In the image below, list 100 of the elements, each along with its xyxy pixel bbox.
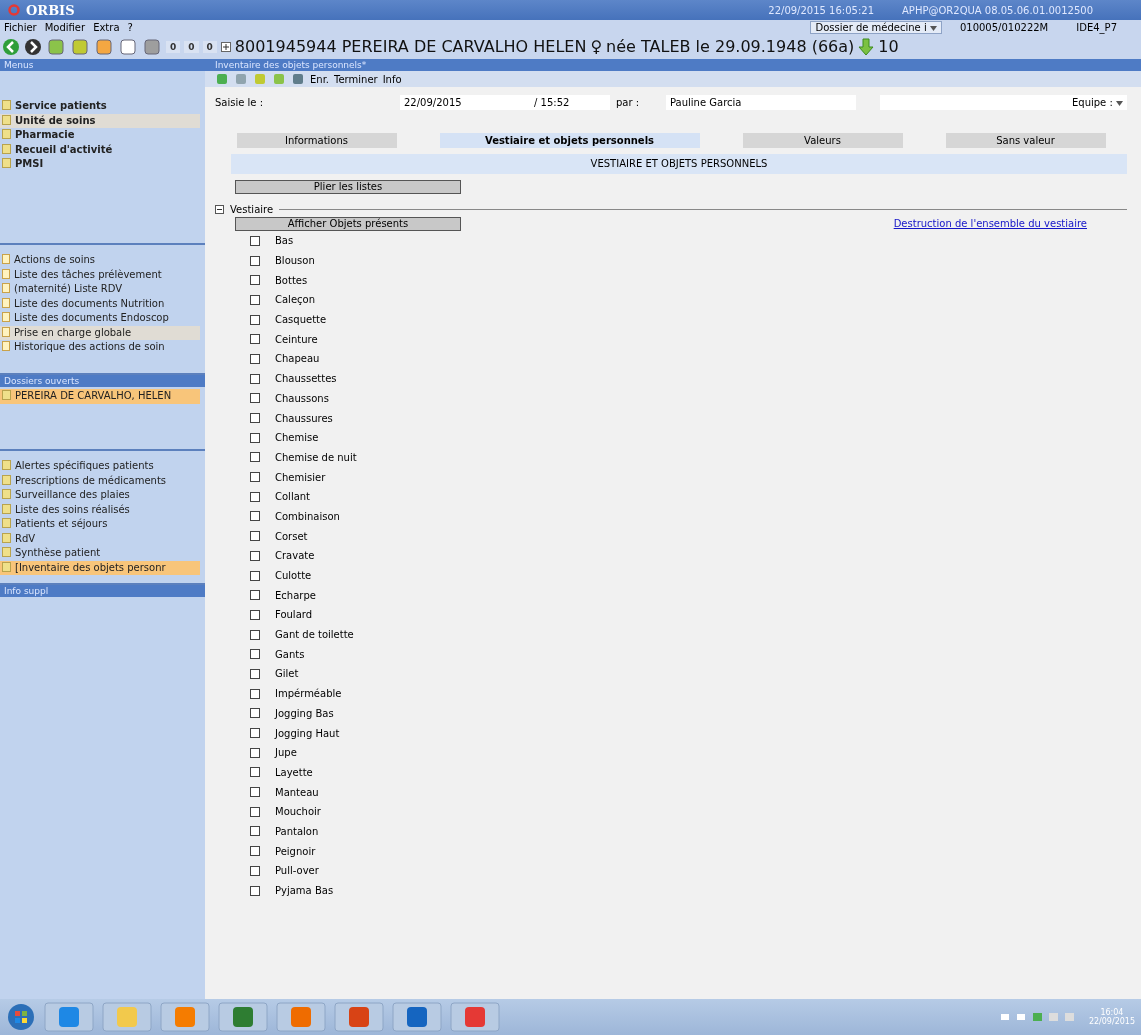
checkbox[interactable] [250,235,260,246]
checkbox[interactable] [250,668,260,679]
sidebar-header: Info suppl [0,585,205,597]
tool-button[interactable]: Terminer [334,73,378,85]
item-label: Jupe [275,747,297,759]
date-field[interactable]: 22/09/2015 [400,94,530,110]
tab[interactable]: Valeurs [742,133,903,148]
counter-badge[interactable]: 0 [184,40,199,53]
checkbox[interactable] [250,255,260,266]
checkbox[interactable] [250,373,260,384]
checkbox[interactable] [250,472,260,483]
checkbox[interactable] [250,826,260,837]
sidebar-item[interactable]: (maternité) Liste RDV [0,282,200,297]
sidebar-item[interactable]: Liste des documents Endoscop [0,311,200,326]
context-dropdown[interactable]: Dossier de médecine i [810,20,942,34]
checkbox[interactable] [250,846,260,857]
item-label: Chemise [275,432,319,444]
start-icon[interactable] [6,1002,36,1032]
checkbox[interactable] [250,570,260,581]
checkbox[interactable] [250,294,260,305]
forward-icon[interactable] [24,37,42,56]
counter-badge[interactable]: 0 [202,40,217,53]
item-label: Jogging Bas [275,707,334,719]
menu-item[interactable]: ? [127,21,133,33]
tool-button[interactable]: Enr. [310,73,330,85]
item-label: Manteau [275,786,319,798]
checkbox[interactable] [250,806,260,817]
panel-title: Inventaire des objets personnels* [205,59,1141,71]
menu-item[interactable]: Modifier [44,21,86,33]
checkbox[interactable] [250,432,260,443]
sidebar-item[interactable]: Actions de soins [0,253,200,268]
sidebar-item[interactable]: Prescriptions de médicaments [0,473,200,488]
destroy-link[interactable]: Destruction de l'ensemble du vestiaire [893,217,1087,229]
patient-id: 8001945944 PEREIRA DE CARVALHO HELEN [234,37,587,56]
checkbox[interactable] [250,353,260,364]
sidebar-item[interactable]: Liste des tâches prélèvement [0,267,200,282]
item-label: Collant [275,491,311,503]
sidebar-item[interactable]: RdV [0,531,200,546]
checkbox[interactable] [250,314,260,325]
item-label: Chemise de nuit [275,451,357,463]
checkbox[interactable] [250,452,260,463]
collapse-icon[interactable] [215,205,224,214]
sidebar-item[interactable]: Surveillance des plaies [0,488,200,503]
checkbox[interactable] [250,767,260,778]
checkbox[interactable] [250,629,260,640]
checkbox[interactable] [250,275,260,286]
menu-item[interactable]: Extra [93,21,120,33]
checkbox[interactable] [250,413,260,424]
checkbox[interactable] [250,688,260,699]
checkbox[interactable] [250,531,260,542]
checkbox[interactable] [250,787,260,798]
sidebar-header: Dossiers ouverts [0,375,205,387]
item-label: Peignoir [275,845,316,857]
item-label: Impérméable [275,688,342,700]
expand-icon[interactable] [220,41,231,52]
menu-item[interactable]: Fichier [4,21,37,33]
sidebar-item[interactable]: [Inventaire des objets personr [0,560,200,575]
checkbox[interactable] [250,609,260,620]
sidebar-item[interactable]: Liste des documents Nutrition [0,296,200,311]
sidebar-item[interactable]: Patients et séjours [0,517,200,532]
checkbox[interactable] [250,491,260,502]
item-label: Gants [275,648,305,660]
tool-button[interactable]: Info [382,73,402,85]
collapse-button[interactable]: Plier les listes [235,180,461,194]
sidebar-menu-item[interactable]: Service patients [0,99,200,114]
team-dropdown[interactable]: Equipe : [880,94,1127,110]
checkbox[interactable] [250,590,260,601]
time-field[interactable]: / 15:52 [530,94,610,110]
checkbox[interactable] [250,649,260,660]
checkbox[interactable] [250,393,260,404]
item-label: Chemisier [275,471,326,483]
checkbox[interactable] [250,747,260,758]
tab[interactable]: Vestiaire et objets personnels [439,133,700,148]
sidebar-menu-item[interactable]: Recueil d'activité [0,142,200,157]
checkbox[interactable] [250,334,260,345]
sidebar-menu-item[interactable]: Unité de soins [0,113,200,128]
item-label: Casquette [275,314,327,326]
checkbox[interactable] [250,865,260,876]
checkbox[interactable] [250,885,260,896]
show-items-button[interactable]: Afficher Objets présents [235,217,461,231]
sidebar-item[interactable]: Alertes spécifiques patients [0,459,200,474]
section-title: VESTIAIRE ET OBJETS PERSONNELS [231,154,1127,174]
author-field[interactable]: Pauline Garcia [666,94,856,110]
tab[interactable]: Informations [236,133,397,148]
checkbox[interactable] [250,550,260,561]
caret-icon[interactable] [1116,100,1123,106]
counter-badge[interactable]: 0 [166,40,181,53]
sidebar-item[interactable]: Historique des actions de soin [0,340,200,355]
sidebar-item[interactable]: Synthèse patient [0,546,200,561]
sidebar-menu-item[interactable]: PMSI [0,157,200,172]
item-label: Foulard [275,609,313,621]
caret-icon[interactable] [929,25,937,31]
sidebar-menu-item[interactable]: Pharmacie [0,128,200,143]
checkbox[interactable] [250,728,260,739]
sidebar-item[interactable]: Prise en charge globale [0,325,200,340]
open-file-item[interactable]: PEREIRA DE CARVALHO, HELEN [0,389,200,404]
tab[interactable]: Sans valeur [945,133,1106,148]
sidebar-item[interactable]: Liste des soins réalisés [0,502,200,517]
checkbox[interactable] [250,511,260,522]
checkbox[interactable] [250,708,260,719]
